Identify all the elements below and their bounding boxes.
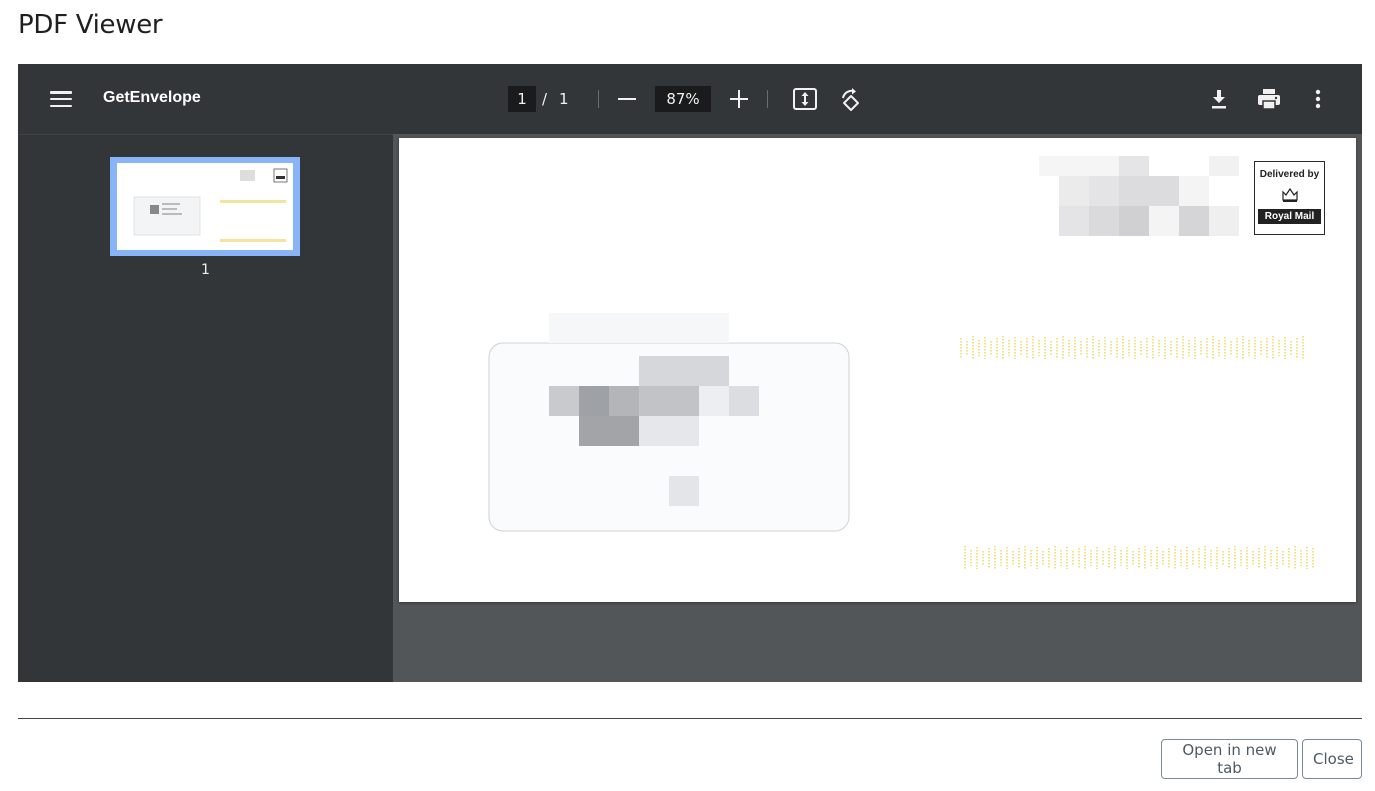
- crown-icon: [1282, 187, 1298, 202]
- download-icon[interactable]: [1208, 88, 1230, 110]
- footer-divider: [18, 718, 1362, 719]
- rotate-icon[interactable]: [838, 87, 864, 113]
- document-title: GetEnvelope: [103, 89, 201, 106]
- toolbar-divider: [598, 90, 599, 108]
- fit-to-page-icon[interactable]: [792, 87, 818, 111]
- thumbnail-sidebar: 1: [18, 134, 393, 682]
- more-vert-icon[interactable]: [1312, 88, 1324, 110]
- open-in-new-tab-button[interactable]: Open in new tab: [1161, 739, 1298, 779]
- redacted-sender-block: [1039, 156, 1239, 236]
- pdf-viewer: GetEnvelope / 1: [18, 64, 1362, 682]
- pdf-page: Delivered by Royal Mail: [399, 138, 1356, 602]
- minus-icon[interactable]: [618, 98, 636, 100]
- plus-icon[interactable]: [730, 90, 748, 108]
- page-separator: /: [542, 90, 548, 108]
- menu-icon[interactable]: [50, 91, 72, 108]
- badge-royal-mail: Royal Mail: [1258, 209, 1321, 224]
- yellow-barcode-top: [960, 336, 1304, 360]
- badge-delivered-by: Delivered by: [1259, 169, 1320, 180]
- thumbnail-preview: [117, 163, 293, 250]
- page-total: 1: [559, 90, 569, 108]
- close-button[interactable]: Close: [1302, 739, 1362, 779]
- yellow-barcode-bottom: [964, 546, 1314, 570]
- page-thumbnail[interactable]: [110, 157, 300, 256]
- viewer-toolbar: GetEnvelope / 1: [18, 64, 1362, 134]
- page-number-input[interactable]: [508, 86, 536, 112]
- royal-mail-badge: Delivered by Royal Mail: [1254, 161, 1325, 235]
- print-icon[interactable]: [1257, 88, 1281, 110]
- thumbnail-page-number: 1: [201, 262, 210, 278]
- dialog-title: PDF Viewer: [18, 10, 163, 40]
- toolbar-divider: [767, 90, 768, 108]
- zoom-input[interactable]: [655, 86, 711, 112]
